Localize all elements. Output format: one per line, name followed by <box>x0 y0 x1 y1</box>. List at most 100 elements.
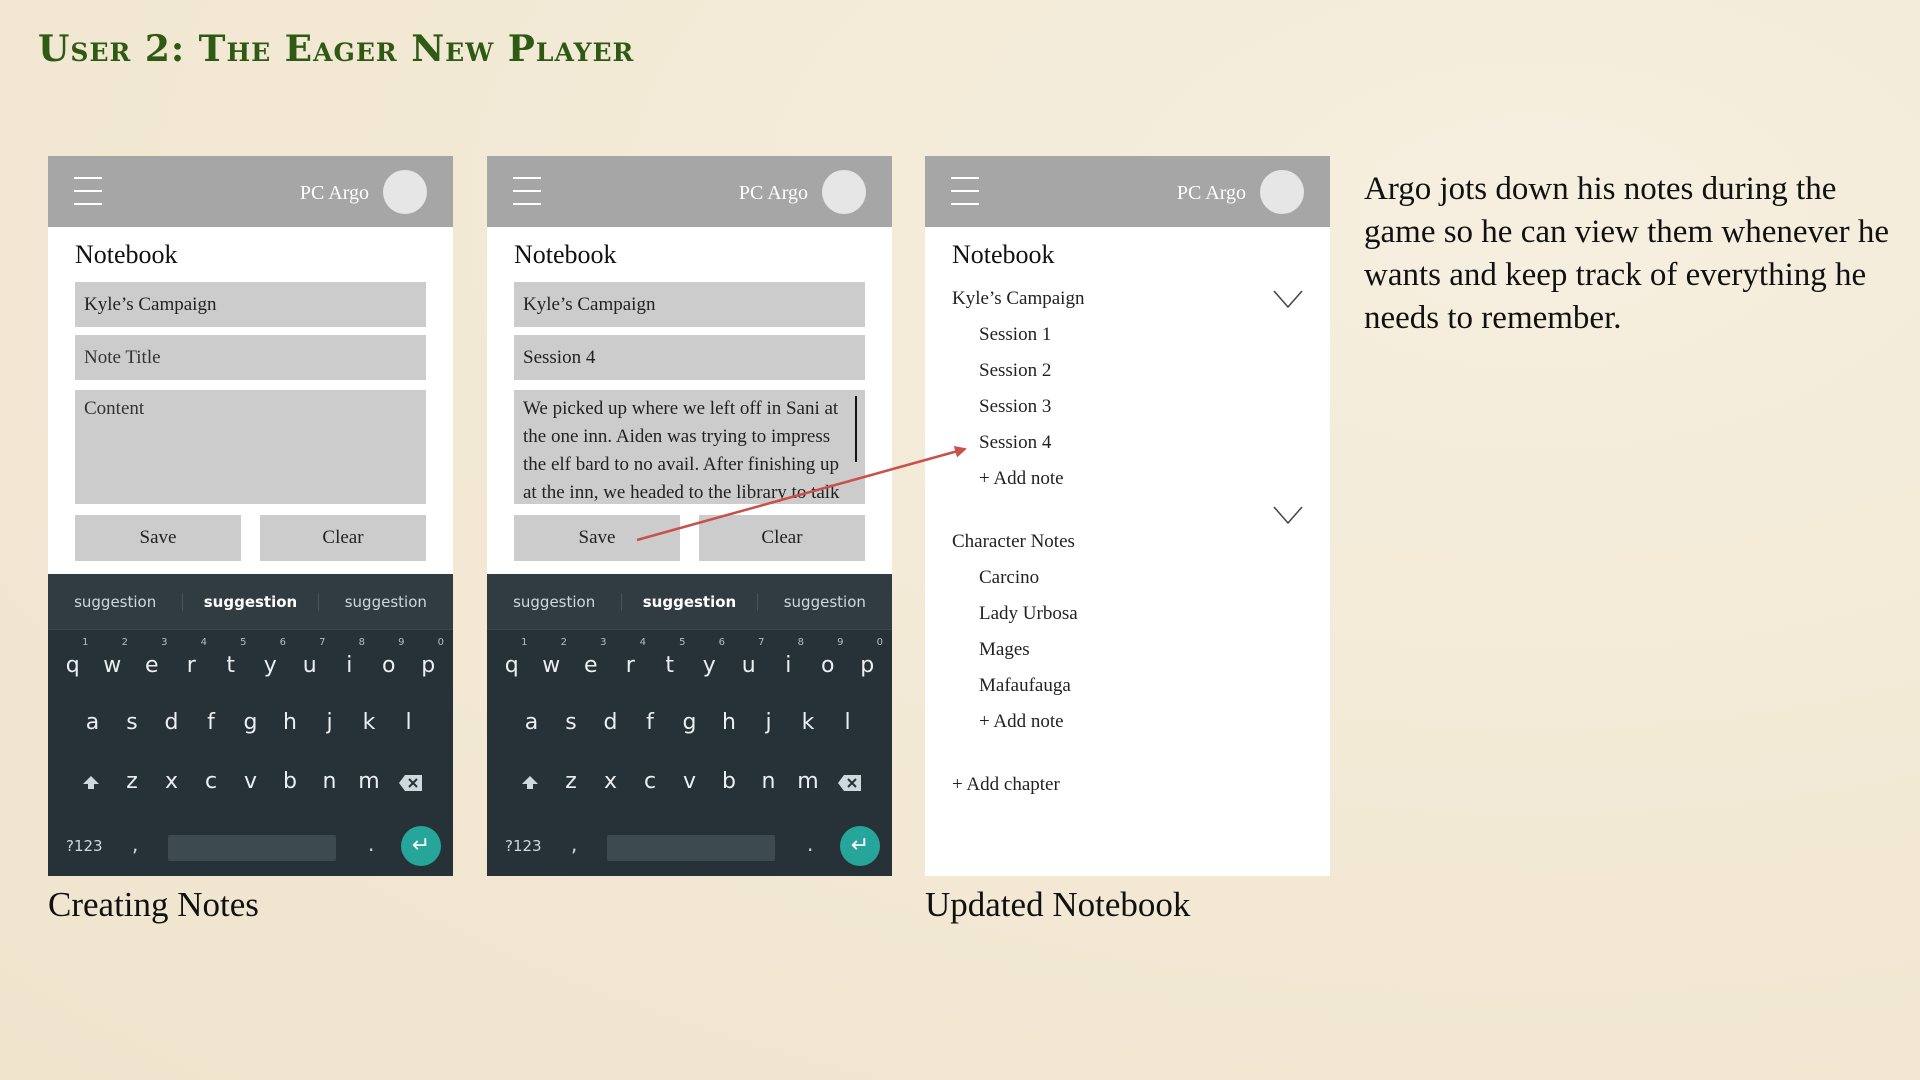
key-o[interactable]: o9 <box>808 638 848 684</box>
key-w[interactable]: w2 <box>93 638 133 684</box>
key-f[interactable]: f <box>191 701 231 741</box>
key-r[interactable]: r4 <box>172 638 212 684</box>
key-q[interactable]: q1 <box>53 638 93 684</box>
note-item-session-2[interactable]: Session 2 <box>979 360 1051 382</box>
key-y[interactable]: y6 <box>251 638 291 684</box>
key-t[interactable]: t5 <box>650 638 690 684</box>
key-s[interactable]: s <box>551 701 591 741</box>
key-k[interactable]: k <box>349 701 389 741</box>
key-z[interactable]: z <box>551 760 591 800</box>
key-y[interactable]: y6 <box>690 638 730 684</box>
note-item-mages[interactable]: Mages <box>979 639 1030 661</box>
add-note-button[interactable]: + Add note <box>979 711 1064 733</box>
key-d[interactable]: d <box>591 701 631 741</box>
symbols-key[interactable]: ?123 <box>66 837 103 855</box>
suggestion-right[interactable]: suggestion <box>319 593 453 611</box>
key-x[interactable]: x <box>591 760 631 800</box>
key-q[interactable]: q1 <box>492 638 532 684</box>
chevron-down-icon[interactable] <box>1273 506 1303 524</box>
key-m[interactable]: m <box>788 760 828 800</box>
chapter-character-notes[interactable]: Character Notes <box>952 531 1075 553</box>
note-item-carcino[interactable]: Carcino <box>979 567 1039 589</box>
save-button[interactable]: Save <box>75 515 241 561</box>
key-g[interactable]: g <box>670 701 710 741</box>
key-g[interactable]: g <box>231 701 271 741</box>
note-item-session-4[interactable]: Session 4 <box>979 432 1051 454</box>
key-l[interactable]: l <box>389 701 429 741</box>
chevron-down-icon[interactable] <box>1273 290 1303 308</box>
key-a[interactable]: a <box>512 701 552 741</box>
shift-icon[interactable] <box>71 760 111 800</box>
key-w[interactable]: w2 <box>532 638 572 684</box>
key-z[interactable]: z <box>112 760 152 800</box>
key-v[interactable]: v <box>670 760 710 800</box>
key-n[interactable]: n <box>310 760 350 800</box>
spacebar[interactable] <box>607 835 775 861</box>
clear-button[interactable]: Clear <box>260 515 426 561</box>
scrollbar[interactable] <box>855 396 857 462</box>
hamburger-icon[interactable] <box>74 177 102 207</box>
key-e[interactable]: e3 <box>132 638 172 684</box>
campaign-select[interactable]: Kyle’s Campaign <box>514 282 865 327</box>
period-key[interactable]: . <box>807 832 813 856</box>
suggestion-center[interactable]: suggestion <box>182 592 319 611</box>
key-p[interactable]: p0 <box>848 638 888 684</box>
key-p[interactable]: p0 <box>409 638 449 684</box>
avatar[interactable] <box>383 170 427 214</box>
key-f[interactable]: f <box>630 701 670 741</box>
enter-icon[interactable]: ↵ <box>840 826 880 866</box>
key-h[interactable]: h <box>270 701 310 741</box>
key-b[interactable]: b <box>709 760 749 800</box>
key-v[interactable]: v <box>231 760 271 800</box>
backspace-icon[interactable] <box>830 760 870 800</box>
hamburger-icon[interactable] <box>513 177 541 207</box>
key-l[interactable]: l <box>828 701 868 741</box>
hamburger-icon[interactable] <box>951 177 979 207</box>
enter-icon[interactable]: ↵ <box>401 826 441 866</box>
note-item-session-3[interactable]: Session 3 <box>979 396 1051 418</box>
key-o[interactable]: o9 <box>369 638 409 684</box>
key-u[interactable]: u7 <box>290 638 330 684</box>
suggestion-center[interactable]: suggestion <box>621 592 758 611</box>
key-k[interactable]: k <box>788 701 828 741</box>
key-u[interactable]: u7 <box>729 638 769 684</box>
note-item-session-1[interactable]: Session 1 <box>979 324 1051 346</box>
key-a[interactable]: a <box>73 701 113 741</box>
suggestion-right[interactable]: suggestion <box>758 593 892 611</box>
key-c[interactable]: c <box>191 760 231 800</box>
note-item-mafaufauga[interactable]: Mafaufauga <box>979 675 1071 697</box>
note-title-input[interactable]: Session 4 <box>514 335 865 380</box>
spacebar[interactable] <box>168 835 336 861</box>
key-n[interactable]: n <box>749 760 789 800</box>
note-title-input[interactable]: Note Title <box>75 335 426 380</box>
backspace-icon[interactable] <box>391 760 431 800</box>
key-r[interactable]: r4 <box>611 638 651 684</box>
symbols-key[interactable]: ?123 <box>505 837 542 855</box>
comma-key[interactable]: , <box>132 832 138 856</box>
add-chapter-button[interactable]: + Add chapter <box>952 774 1060 796</box>
key-e[interactable]: e3 <box>571 638 611 684</box>
suggestion-left[interactable]: suggestion <box>487 593 621 611</box>
key-m[interactable]: m <box>349 760 389 800</box>
key-i[interactable]: i8 <box>330 638 370 684</box>
key-h[interactable]: h <box>709 701 749 741</box>
key-j[interactable]: j <box>310 701 350 741</box>
period-key[interactable]: . <box>368 832 374 856</box>
key-s[interactable]: s <box>112 701 152 741</box>
campaign-select[interactable]: Kyle’s Campaign <box>75 282 426 327</box>
content-textarea[interactable]: We picked up where we left off in Sani a… <box>514 390 865 504</box>
key-t[interactable]: t5 <box>211 638 251 684</box>
shift-icon[interactable] <box>510 760 550 800</box>
avatar[interactable] <box>1260 170 1304 214</box>
content-textarea[interactable]: Content <box>75 390 426 504</box>
suggestion-left[interactable]: suggestion <box>48 593 182 611</box>
save-button[interactable]: Save <box>514 515 680 561</box>
comma-key[interactable]: , <box>571 832 577 856</box>
key-x[interactable]: x <box>152 760 192 800</box>
key-c[interactable]: c <box>630 760 670 800</box>
clear-button[interactable]: Clear <box>699 515 865 561</box>
key-i[interactable]: i8 <box>769 638 809 684</box>
add-note-button[interactable]: + Add note <box>979 468 1064 490</box>
key-d[interactable]: d <box>152 701 192 741</box>
key-b[interactable]: b <box>270 760 310 800</box>
